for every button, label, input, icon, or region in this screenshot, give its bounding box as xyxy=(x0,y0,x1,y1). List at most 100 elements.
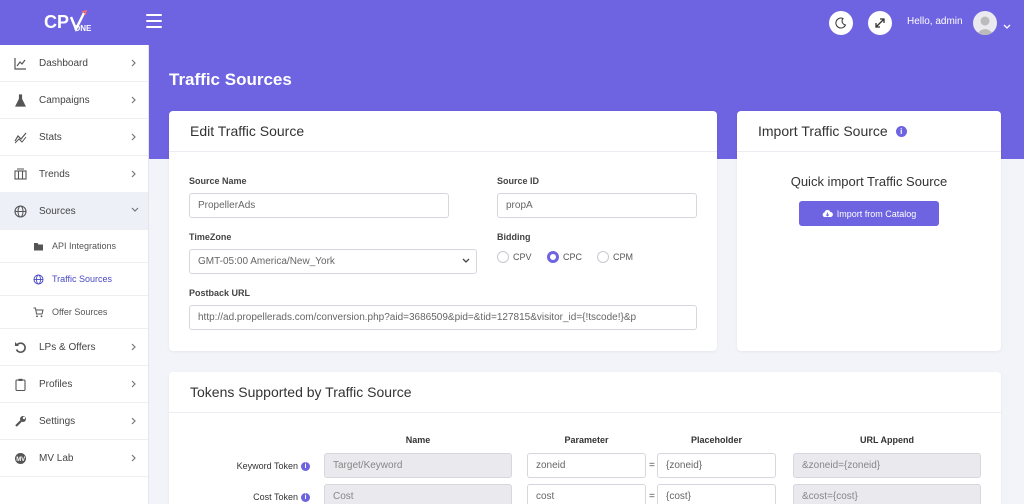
sidebar-subitem-offer-sources[interactable]: Offer Sources xyxy=(0,296,148,329)
token-placeholder-input[interactable]: {zoneid} xyxy=(657,453,776,478)
sidebar-subitem-label: Offer Sources xyxy=(52,307,108,317)
row-label-text: Keyword Token xyxy=(236,461,298,471)
token-url-append-input[interactable]: &zoneid={zoneid} xyxy=(793,453,981,478)
greeting-text: Hello, admin xyxy=(907,16,963,27)
token-row-label: Cost Token i xyxy=(190,492,310,503)
sidebar-item-label: Dashboard xyxy=(39,57,88,69)
top-bar: C P ONE Hello, admin xyxy=(0,0,1024,45)
fullscreen-button[interactable] xyxy=(868,11,892,35)
token-row-label: Keyword Token i xyxy=(190,461,310,472)
info-icon[interactable]: i xyxy=(301,462,310,472)
quick-import-text: Quick import Traffic Source xyxy=(790,174,948,189)
card-title: Tokens Supported by Traffic Source xyxy=(169,372,1001,413)
chevron-right-icon xyxy=(131,454,136,462)
radio-label: CPC xyxy=(563,252,583,262)
source-id-label: Source ID xyxy=(497,176,540,186)
source-id-input[interactable]: propA xyxy=(497,193,697,218)
stats-icon xyxy=(14,132,27,144)
chevron-down-icon xyxy=(462,258,470,263)
sidebar-subitem-label: API Integrations xyxy=(52,241,117,251)
sidebar-item-profiles[interactable]: Profiles xyxy=(0,366,148,403)
moon-icon xyxy=(835,17,847,29)
sidebar-item-campaigns[interactable]: Campaigns xyxy=(0,82,148,119)
svg-text:MV: MV xyxy=(16,457,25,463)
sidebar-item-lps-offers[interactable]: LPs & Offers xyxy=(0,329,148,366)
bidding-radio-cpc[interactable]: CPC xyxy=(547,251,582,263)
radio-label: CPM xyxy=(613,252,633,262)
timezone-select[interactable]: GMT-05:00 America/New_York xyxy=(189,249,477,274)
svg-text:ONE: ONE xyxy=(74,24,92,33)
menu-toggle-icon[interactable] xyxy=(146,14,162,28)
columns-icon xyxy=(14,168,27,180)
sidebar-item-label: MV Lab xyxy=(39,452,74,464)
logo[interactable]: C P ONE xyxy=(44,9,104,35)
page-title: Traffic Sources xyxy=(169,70,292,89)
button-label: Import from Catalog xyxy=(836,208,917,219)
globe-icon xyxy=(14,205,27,218)
sidebar-item-label: Profiles xyxy=(39,378,73,390)
sidebar-subitem-api-integrations[interactable]: API Integrations xyxy=(0,230,148,263)
postback-url-label: Postback URL xyxy=(189,288,251,298)
sidebar-item-sources[interactable]: Sources xyxy=(0,193,148,230)
card-header: Import Traffic Source i xyxy=(737,111,1001,152)
chevron-right-icon xyxy=(131,343,136,351)
chevron-down-icon[interactable] xyxy=(1003,17,1011,35)
token-name-input[interactable]: Target/Keyword xyxy=(324,453,512,478)
source-name-input[interactable]: PropellerAds xyxy=(189,193,449,218)
sidebar-item-label: Settings xyxy=(39,415,76,427)
postback-url-input[interactable]: http://ad.propellerads.com/conversion.ph… xyxy=(189,305,697,330)
import-traffic-source-card: Import Traffic Source i Quick import Tra… xyxy=(737,111,1001,351)
sidebar-item-settings[interactable]: Settings xyxy=(0,403,148,440)
chevron-right-icon xyxy=(131,380,136,388)
sidebar: Dashboard Campaigns Stats Trends Sources… xyxy=(0,45,149,504)
sidebar-item-trends[interactable]: Trends xyxy=(0,156,148,193)
sidebar-item-label: Campaigns xyxy=(39,94,90,106)
dark-mode-button[interactable] xyxy=(829,11,853,35)
card-title: Import Traffic Source xyxy=(758,123,888,139)
chevron-right-icon xyxy=(131,417,136,425)
import-from-catalog-button[interactable]: Import from Catalog xyxy=(799,201,939,226)
sidebar-item-stats[interactable]: Stats xyxy=(0,119,148,156)
avatar[interactable] xyxy=(973,11,997,35)
column-header-parameter: Parameter xyxy=(564,435,609,445)
sidebar-item-label: Trends xyxy=(39,168,70,180)
cart-icon xyxy=(33,307,44,318)
radio-label: CPV xyxy=(513,252,532,262)
info-icon[interactable]: i xyxy=(895,125,907,137)
cloud-download-icon xyxy=(822,209,833,217)
sidebar-item-mv-lab[interactable]: MV MV Lab xyxy=(0,440,148,477)
svg-text:P: P xyxy=(57,12,69,32)
row-label-text: Cost Token xyxy=(253,492,298,502)
undo-icon xyxy=(15,342,26,353)
column-header-url-append: URL Append xyxy=(860,435,914,445)
equals-sign: = xyxy=(649,460,655,471)
sidebar-item-label: LPs & Offers xyxy=(39,341,96,353)
bidding-radio-cpv[interactable]: CPV xyxy=(497,251,532,263)
chevron-right-icon xyxy=(131,59,136,67)
token-parameter-input[interactable]: zoneid xyxy=(527,453,646,478)
chart-line-icon xyxy=(14,58,26,70)
clipboard-icon xyxy=(15,378,26,391)
timezone-label: TimeZone xyxy=(189,232,232,242)
bidding-radio-cpm[interactable]: CPM xyxy=(597,251,633,263)
expand-icon xyxy=(875,18,885,28)
svg-text:C: C xyxy=(44,12,57,32)
equals-sign: = xyxy=(649,491,655,502)
token-parameter-input[interactable]: cost xyxy=(527,484,646,504)
folder-icon xyxy=(34,243,43,251)
info-icon[interactable]: i xyxy=(301,493,310,503)
globe-icon xyxy=(33,274,44,285)
chevron-right-icon xyxy=(131,133,136,141)
chevron-right-icon xyxy=(131,170,136,178)
token-url-append-input[interactable]: &cost={cost} xyxy=(793,484,981,504)
column-header-name: Name xyxy=(405,435,431,445)
token-placeholder-input[interactable]: {cost} xyxy=(657,484,776,504)
sidebar-subitem-traffic-sources[interactable]: Traffic Sources xyxy=(0,263,148,296)
sidebar-item-label: Sources xyxy=(39,205,76,217)
token-name-input[interactable]: Cost xyxy=(324,484,512,504)
sidebar-item-dashboard[interactable]: Dashboard xyxy=(0,45,148,82)
sidebar-subitem-label: Traffic Sources xyxy=(52,274,113,284)
source-name-label: Source Name xyxy=(189,176,247,186)
chevron-right-icon xyxy=(131,96,136,104)
timezone-value: GMT-05:00 America/New_York xyxy=(198,256,335,267)
